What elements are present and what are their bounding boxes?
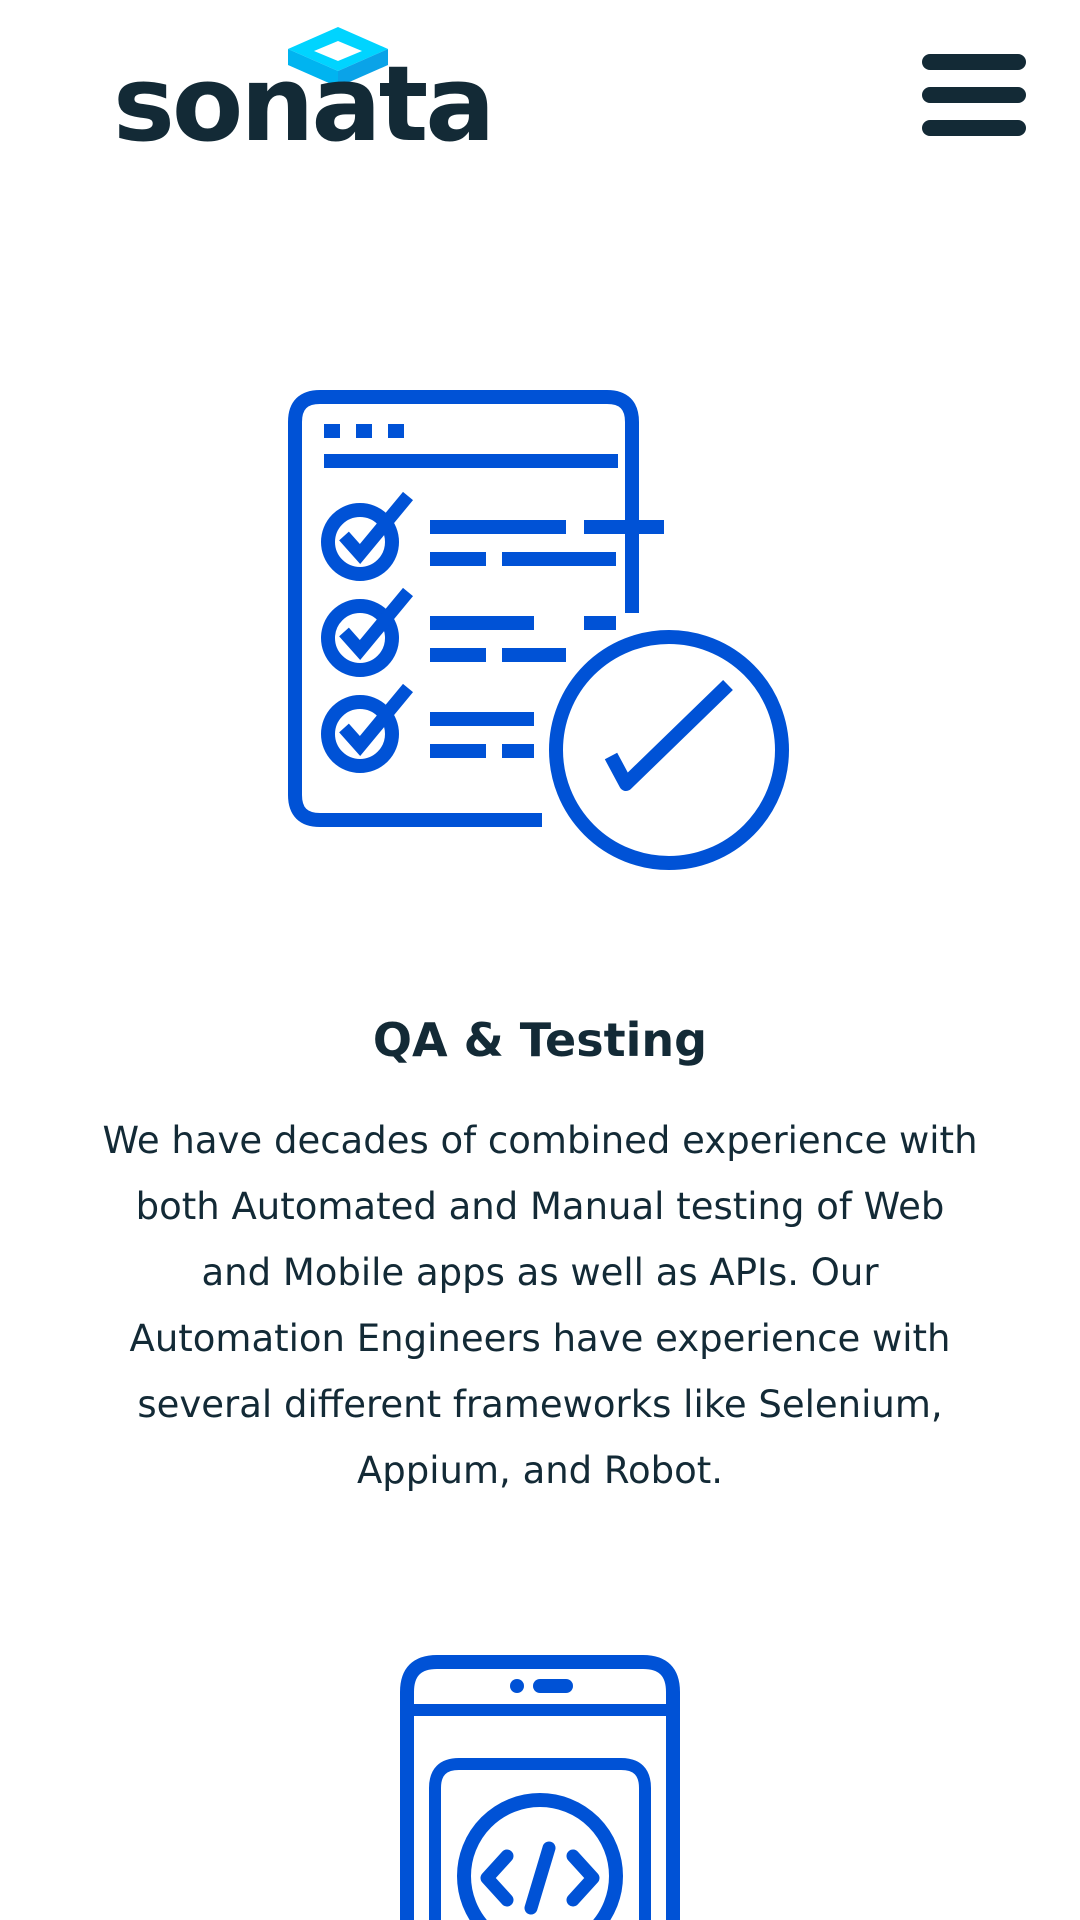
logo-wordmark: sonata xyxy=(113,43,495,165)
mobile-code-icon xyxy=(400,1655,680,1920)
service-description: We have decades of combined experience w… xyxy=(102,1119,978,1492)
site-header: sonata xyxy=(0,0,1080,180)
sonata-logo[interactable]: sonata xyxy=(113,22,495,162)
qa-checklist-icon xyxy=(288,390,789,870)
service-title: QA & Testing xyxy=(372,1013,708,1067)
hamburger-menu-icon[interactable] xyxy=(918,50,1030,140)
